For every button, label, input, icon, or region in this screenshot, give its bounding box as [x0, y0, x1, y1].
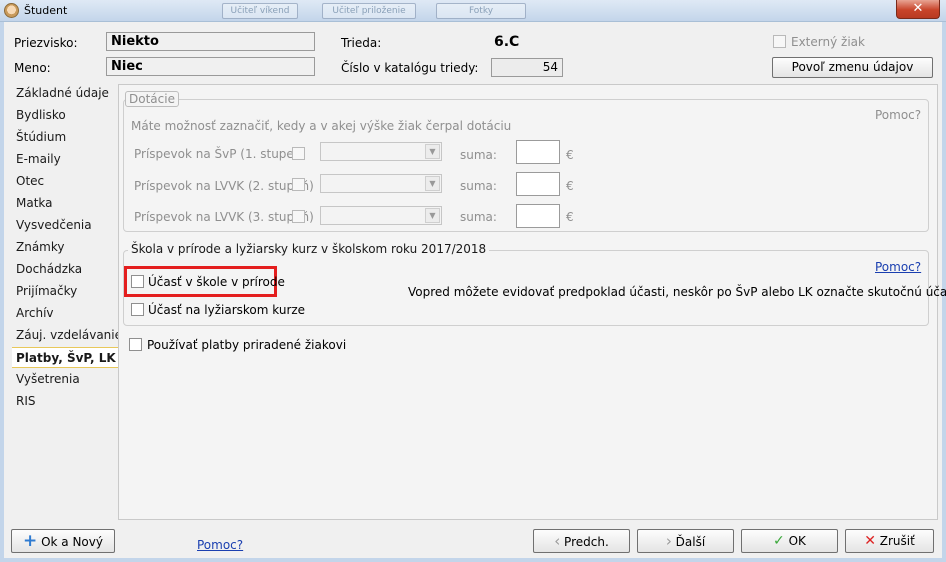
subsidy-row-2-label: Príspevok na LVVK (2. stupeň) [134, 179, 314, 193]
cancel-label: Zrušiť [879, 534, 915, 548]
subsidy-row-3-dropdown[interactable]: ▼ [320, 206, 442, 225]
surname-label: Priezvisko: [14, 36, 78, 50]
ok-label: OK [788, 534, 806, 548]
chevron-right-icon: › [665, 532, 672, 550]
footer-help-link[interactable]: Pomoc? [197, 538, 243, 552]
chevron-left-icon: ‹ [554, 532, 561, 550]
subsidy-row-3-currency: € [566, 210, 574, 224]
close-window-button[interactable]: ✕ [896, 0, 940, 19]
use-payments-checkbox[interactable] [129, 338, 142, 351]
nature-school-note: Vopred môžete evidovať predpoklad účasti… [408, 285, 946, 299]
ghost-toolbar-button-2: Učiteľ priloženie [322, 3, 416, 19]
sidebar-item-examinations[interactable]: Vyšetrenia [16, 372, 80, 386]
chevron-down-icon: ▼ [425, 144, 440, 159]
cancel-x-icon: ✕ [864, 533, 876, 549]
cancel-button[interactable]: ✕ Zrušiť [845, 529, 934, 553]
sidebar-item-admissions[interactable]: Prijímačky [16, 284, 77, 298]
ok-button[interactable]: ✓ OK [741, 529, 838, 553]
title-bar: Študent Učiteľ víkend Učiteľ priloženie … [0, 0, 946, 22]
sidebar-item-payments[interactable]: Platby, ŠvP, LK [12, 347, 120, 368]
sidebar-item-mother[interactable]: Matka [16, 196, 53, 210]
surname-field[interactable]: Niekto [106, 32, 315, 51]
sidebar-item-ris[interactable]: RIS [16, 394, 36, 408]
name-label: Meno: [14, 61, 51, 75]
svp-participation-label: Účasť v škole v prírode [148, 275, 285, 289]
sidebar-item-father[interactable]: Otec [16, 174, 44, 188]
next-label: Ďalší [675, 535, 706, 549]
ski-course-label: Účasť na lyžiarskom kurze [148, 303, 306, 317]
use-payments-label: Používať platby priradené žiakovi [147, 338, 347, 352]
subsidy-row-1-sum-input[interactable] [516, 140, 560, 164]
subsidy-row-3-checkbox[interactable] [292, 210, 305, 223]
chevron-down-icon: ▼ [425, 176, 440, 191]
ghost-toolbar-button-3: Fotky [436, 3, 526, 19]
class-label: Trieda: [341, 36, 382, 50]
student-app-icon [4, 3, 19, 18]
subsidy-row-2-checkbox[interactable] [292, 178, 305, 191]
subsidy-row-1-sum-label: suma: [460, 148, 497, 162]
sidebar-item-interest-education[interactable]: Záuj. vzdelávanie [16, 328, 122, 342]
sidebar-item-residence[interactable]: Bydlisko [16, 108, 66, 122]
catalog-number-field[interactable]: 54 [491, 58, 563, 77]
checkmark-icon: ✓ [773, 533, 785, 549]
ghost-toolbar-button-1: Učiteľ víkend [222, 3, 298, 19]
external-student-label: Externý žiak [791, 35, 865, 49]
subsidy-row-3-sum-input[interactable] [516, 204, 560, 228]
subsidy-row-2-sum-label: suma: [460, 179, 497, 193]
sidebar-item-emails[interactable]: E-maily [16, 152, 61, 166]
subsidy-row-3-sum-label: suma: [460, 210, 497, 224]
sidebar-item-attendance[interactable]: Dochádzka [16, 262, 82, 276]
window-title: Študent [24, 4, 68, 17]
subsidies-legend: Dotácie [125, 91, 179, 107]
sidebar-item-grades[interactable]: Známky [16, 240, 65, 254]
external-student-checkbox[interactable] [773, 35, 786, 48]
subsidy-row-2-dropdown[interactable]: ▼ [320, 174, 442, 193]
ok-and-new-button[interactable]: + Ok a Nový [11, 529, 115, 553]
subsidy-row-1-currency: € [566, 148, 574, 162]
subsidy-row-1-checkbox[interactable] [292, 147, 305, 160]
plus-icon: + [23, 531, 38, 551]
subsidy-row-2-sum-input[interactable] [516, 172, 560, 196]
class-value: 6.C [494, 34, 520, 50]
subsidies-help-link[interactable]: Pomoc? [875, 108, 921, 122]
sidebar-item-basic-data[interactable]: Základné údaje [16, 86, 109, 100]
close-icon: ✕ [912, 1, 924, 16]
previous-button[interactable]: ‹ Predch. [533, 529, 630, 553]
ski-course-checkbox[interactable] [131, 303, 144, 316]
subsidy-row-2-currency: € [566, 179, 574, 193]
ok-and-new-label: Ok a Nový [41, 535, 103, 549]
nature-school-legend: Škola v prírode a lyžiarsky kurz v škols… [128, 242, 490, 256]
svp-participation-checkbox[interactable] [131, 275, 144, 288]
sidebar-nav: Základné údaje Bydlisko Štúdium E-maily … [12, 82, 122, 522]
subsidies-info-text: Máte možnosť zaznačiť, kedy a v akej výš… [131, 119, 512, 133]
subsidy-row-3-label: Príspevok na LVVK (3. stupeň) [134, 210, 314, 224]
name-field[interactable]: Niec [106, 57, 315, 76]
nature-school-help-link[interactable]: Pomoc? [875, 260, 921, 274]
catalog-number-label: Číslo v katalógu triedy: [341, 61, 479, 75]
sidebar-item-report-cards[interactable]: Vysvedčenia [16, 218, 92, 232]
sidebar-item-archive[interactable]: Archív [16, 306, 54, 320]
previous-label: Predch. [564, 535, 609, 549]
sidebar-item-study[interactable]: Štúdium [16, 130, 66, 144]
chevron-down-icon: ▼ [425, 208, 440, 223]
subsidy-row-1-label: Príspevok na ŠvP (1. stupeň) [134, 147, 307, 161]
next-button[interactable]: › Ďalší [637, 529, 734, 553]
allow-edit-button[interactable]: Povoľ zmenu údajov [772, 57, 933, 78]
subsidy-row-1-dropdown[interactable]: ▼ [320, 142, 442, 161]
